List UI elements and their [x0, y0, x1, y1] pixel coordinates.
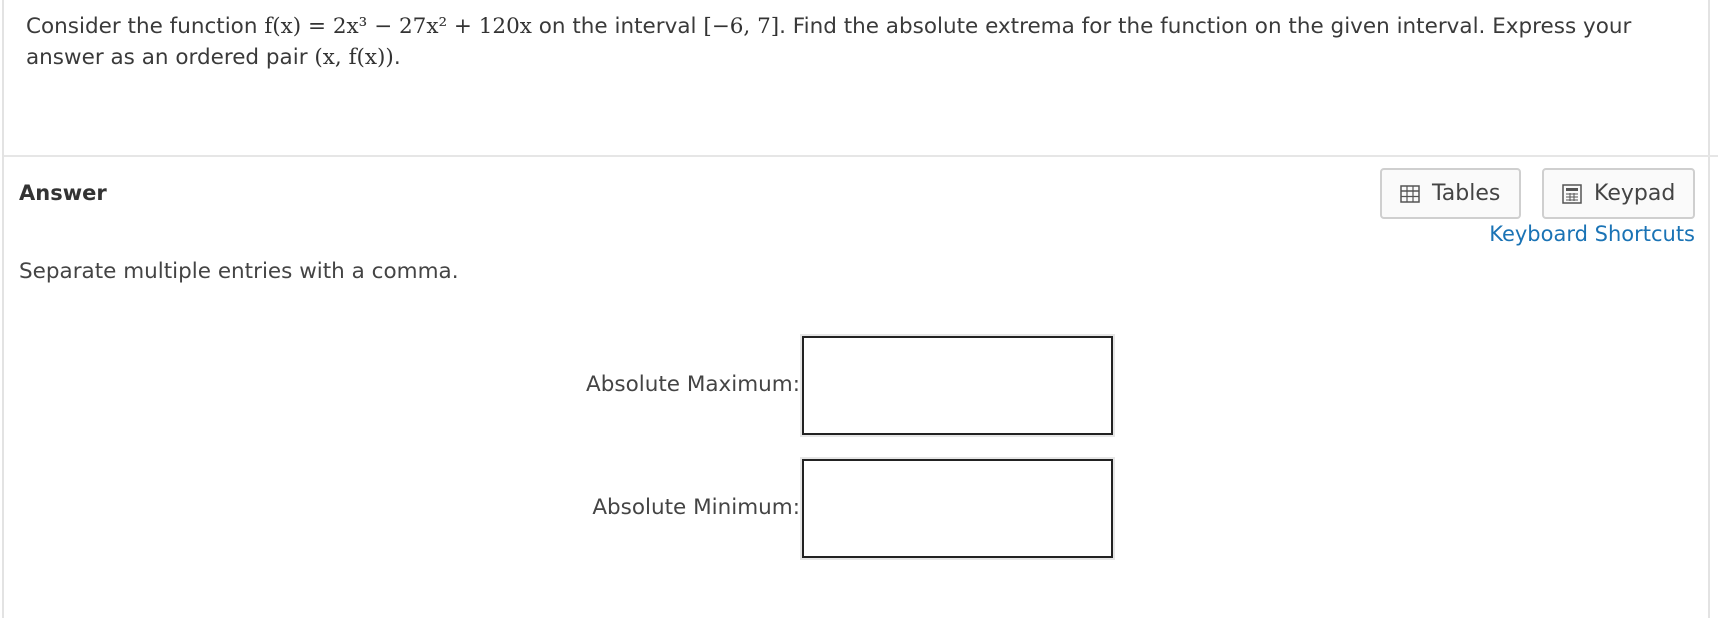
ordered-pair-expression: (x, f(x)) — [314, 45, 394, 70]
absolute-maximum-input[interactable] — [802, 336, 1113, 435]
tables-button-label: Tables — [1432, 181, 1501, 206]
tables-button[interactable]: Tables — [1380, 168, 1521, 219]
calculator-icon — [1562, 183, 1582, 204]
question-end: . — [393, 45, 401, 70]
absolute-maximum-row: Absolute Maximum: — [0, 336, 1120, 436]
section-divider — [4, 155, 1718, 157]
keypad-button-label: Keypad — [1594, 181, 1676, 206]
absolute-maximum-label: Absolute Maximum: — [586, 372, 800, 397]
keypad-button[interactable]: Keypad — [1542, 168, 1695, 219]
table-grid-icon — [1400, 184, 1420, 203]
absolute-minimum-row: Absolute Minimum: — [0, 459, 1120, 559]
absolute-minimum-label: Absolute Minimum: — [592, 495, 800, 520]
question-mid: on the interval — [538, 14, 697, 39]
question-text: Consider the function f(x) = 2x³ − 27x² … — [26, 11, 1691, 73]
question-prefix: Consider the function — [26, 14, 258, 39]
keyboard-shortcuts-link[interactable]: Keyboard Shortcuts — [1489, 222, 1695, 246]
interval-expression: [−6, 7] — [703, 14, 780, 39]
function-expression: f(x) = 2x³ − 27x² + 120x — [264, 14, 532, 39]
answer-heading: Answer — [19, 181, 107, 205]
absolute-minimum-input[interactable] — [802, 459, 1113, 558]
answer-instructions: Separate multiple entries with a comma. — [19, 259, 459, 284]
